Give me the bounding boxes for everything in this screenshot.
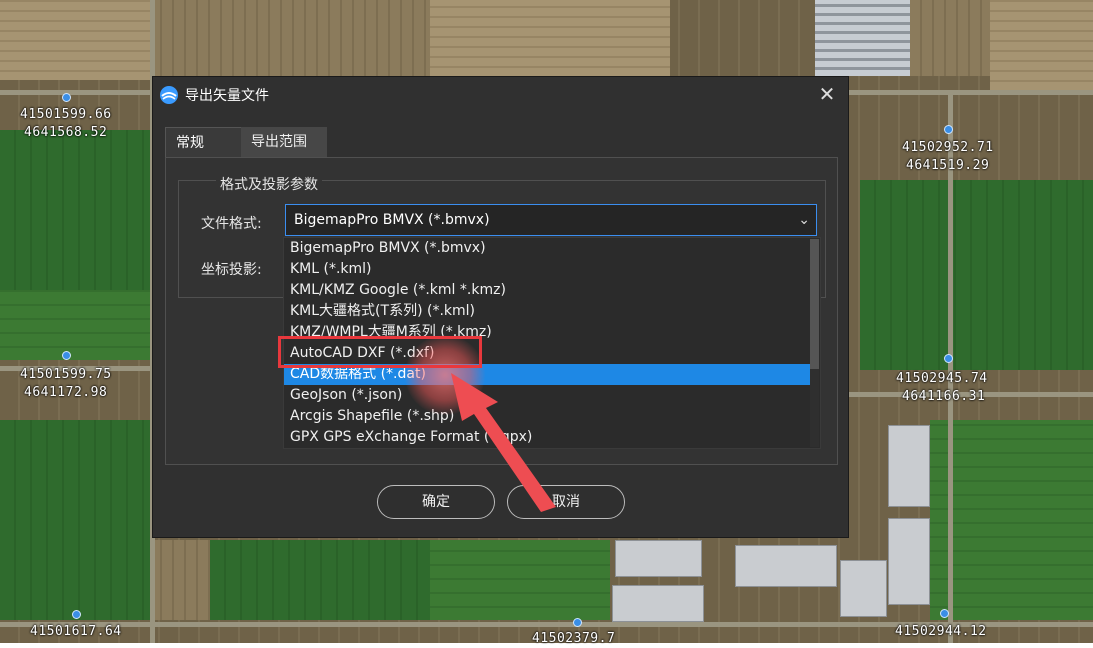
file-format-label: 文件格式: (201, 216, 262, 232)
coordinate-label: 41501599.75 4641172.98 (20, 367, 112, 400)
map-point[interactable] (573, 618, 582, 627)
map-point[interactable] (62, 351, 71, 360)
map-point[interactable] (944, 125, 953, 134)
format-option[interactable]: KML大疆格式(T系列) (*.kml) (284, 301, 810, 322)
coordinate-label: 41502379.7 (532, 631, 616, 646)
format-option[interactable]: BigemapPro BMVX (*.bmvx) (284, 238, 810, 259)
map-point[interactable] (940, 609, 949, 618)
dropdown-scrollbar-thumb[interactable] (810, 239, 819, 369)
map-point[interactable] (944, 354, 953, 363)
coordinate-label: 41502952.71 4641519.29 (902, 140, 994, 173)
format-option[interactable]: GeoJson (*.json) (284, 385, 810, 406)
ok-button[interactable]: 确定 (377, 485, 495, 519)
format-option[interactable]: GPX GPS eXchange Format (*.gpx) (284, 427, 810, 448)
app-logo-icon (160, 86, 178, 104)
format-option[interactable]: KML (*.kml) (284, 259, 810, 280)
tab-general[interactable]: 常规 (165, 127, 243, 157)
cancel-button[interactable]: 取消 (507, 485, 625, 519)
close-icon[interactable]: ✕ (816, 83, 838, 105)
format-option[interactable]: Arcgis Shapefile (*.shp) (284, 406, 810, 427)
chevron-down-icon: ⌄ (798, 212, 810, 228)
map-point[interactable] (62, 93, 71, 102)
file-format-select[interactable]: BigemapPro BMVX (*.bmvx) ⌄ (285, 204, 817, 236)
highlight-box (278, 336, 482, 368)
coordinate-label: 41502945.74 4641166.31 (896, 371, 988, 404)
dialog-titlebar[interactable]: 导出矢量文件 ✕ (153, 77, 848, 111)
coordinate-label: 41502944.12 (895, 624, 987, 639)
map-point[interactable] (72, 610, 81, 619)
export-vector-dialog: 导出矢量文件 ✕ 常规 导出范围 格式及投影参数 文件格式: 坐标投影: Big… (152, 76, 849, 538)
tab-export-range[interactable]: 导出范围 (241, 127, 327, 157)
format-option[interactable]: KML/KMZ Google (*.kml *.kmz) (284, 280, 810, 301)
group-title: 格式及投影参数 (216, 174, 322, 194)
file-format-selected-value: BigemapPro BMVX (*.bmvx) (294, 212, 490, 228)
dialog-title: 导出矢量文件 (185, 88, 269, 104)
coordinate-projection-label: 坐标投影: (201, 262, 262, 278)
coordinate-label: 41501617.64 (30, 624, 122, 639)
coordinate-label: 41501599.66 4641568.52 (20, 107, 112, 140)
